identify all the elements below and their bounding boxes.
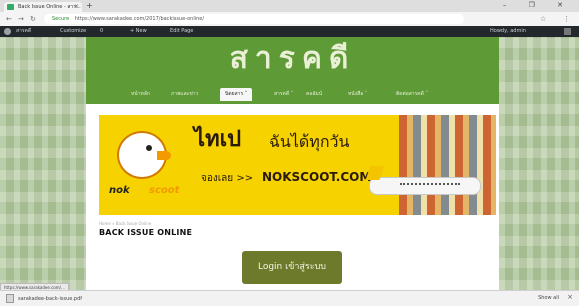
menu-item-home[interactable]: หน้าหลัก	[131, 88, 150, 101]
back-icon[interactable]: ←	[6, 14, 12, 24]
wp-comments-count[interactable]: 0	[100, 26, 103, 37]
brand-logo-scoot: scoot	[149, 185, 180, 196]
page-viewport: สารคดี หน้าหลัก ภาพและข่าว นิตยสาร ˅ สาร…	[0, 37, 579, 290]
wp-new[interactable]: + New	[130, 26, 147, 37]
download-bar: sarakadee-back-issue.pdf Show all ×	[0, 290, 579, 306]
breadcrumb: Home » Back Issue Online	[99, 221, 152, 226]
background-pattern-left	[0, 37, 86, 290]
city-illustration	[399, 115, 496, 215]
menu-item-contact[interactable]: ติดต่อสารคดี ˅	[396, 88, 428, 101]
url-text: https://www.sarakadee.com/2017/backissue…	[74, 16, 205, 22]
bird-beak	[157, 151, 171, 160]
banner-cta-url: NOKSCOOT.COM	[262, 170, 372, 184]
airplane-tail	[365, 166, 385, 180]
bookmark-star-icon[interactable]: ☆	[540, 14, 546, 24]
wp-site-name[interactable]: สารคดี	[16, 26, 31, 37]
menu-item-news[interactable]: ภาพและข่าว	[171, 88, 198, 101]
banner-cta-thai: จองเลย >>	[201, 173, 254, 184]
banner-headline-sub: ฉันได้ทุกวัน	[269, 132, 350, 151]
download-item[interactable]: sarakadee-back-issue.pdf	[6, 294, 82, 304]
secure-label: Secure	[52, 16, 70, 22]
site-logo[interactable]: สารคดี	[86, 39, 499, 79]
window-controls[interactable]: – ❐ ✕	[503, 0, 573, 11]
tab-close-icon[interactable]: ×	[74, 2, 79, 12]
ad-banner-nokscoot[interactable]: nok scoot ไทเป ฉันได้ทุกวัน จองเลย >> NO…	[99, 115, 496, 215]
close-download-bar-icon[interactable]: ×	[567, 293, 573, 301]
main-menu: หน้าหลัก ภาพและข่าว นิตยสาร ˅ สารคดี ˅ ค…	[86, 85, 499, 102]
wp-greeting[interactable]: Howdy, admin	[490, 26, 526, 37]
login-button[interactable]: Login เข้าสู่ระบบ	[242, 251, 342, 284]
wp-edit-page[interactable]: Edit Page	[170, 26, 193, 37]
download-filename: sarakadee-back-issue.pdf	[18, 296, 83, 302]
content-column: สารคดี หน้าหลัก ภาพและข่าว นิตยสาร ˅ สาร…	[86, 37, 499, 290]
new-tab-button[interactable]: +	[86, 1, 93, 11]
reload-icon[interactable]: ↻	[30, 14, 36, 24]
user-avatar[interactable]	[564, 28, 571, 35]
address-bar-row: ← → ↻ Secure https://www.sarakadee.com/2…	[0, 12, 579, 27]
bird-mascot-icon	[117, 131, 171, 179]
banner-headline: ไทเป	[194, 127, 242, 152]
site-favicon-icon	[7, 4, 14, 10]
menu-item-features[interactable]: สารคดี ˅	[274, 88, 293, 101]
menu-item-magazine[interactable]: นิตยสาร ˅	[220, 88, 253, 101]
brand-logo-nok: nok	[109, 185, 130, 196]
bird-eye	[146, 145, 152, 151]
document-icon	[6, 294, 14, 303]
browser-tab-strip: Back Issue Online - สาร... × + – ❐ ✕	[0, 0, 579, 12]
tab-back-issue-online[interactable]: Back Issue Online - สาร... ×	[4, 2, 82, 12]
airplane-windows	[400, 183, 460, 188]
wordpress-logo-icon[interactable]	[4, 28, 11, 35]
masthead: สารคดี หน้าหลัก ภาพและข่าว นิตยสาร ˅ สาร…	[86, 37, 499, 104]
show-all-link[interactable]: Show all	[538, 294, 559, 303]
browser-menu-icon[interactable]: ⋮	[563, 14, 570, 24]
wp-customize[interactable]: Customize	[60, 26, 86, 37]
background-pattern-right	[499, 37, 579, 290]
url-field[interactable]: Secure https://www.sarakadee.com/2017/ba…	[44, 14, 464, 24]
menu-item-columns[interactable]: คอลัมน์	[306, 88, 322, 101]
airplane-icon	[365, 166, 481, 195]
wp-admin-bar: สารคดี Customize 0 + New Edit Page Howdy…	[0, 26, 579, 37]
forward-icon[interactable]: →	[18, 14, 24, 24]
tab-title: Back Issue Online - สาร...	[18, 4, 81, 10]
menu-item-books[interactable]: หนังสือ ˅	[348, 88, 367, 101]
page-title: BACK ISSUE ONLINE	[99, 228, 193, 237]
